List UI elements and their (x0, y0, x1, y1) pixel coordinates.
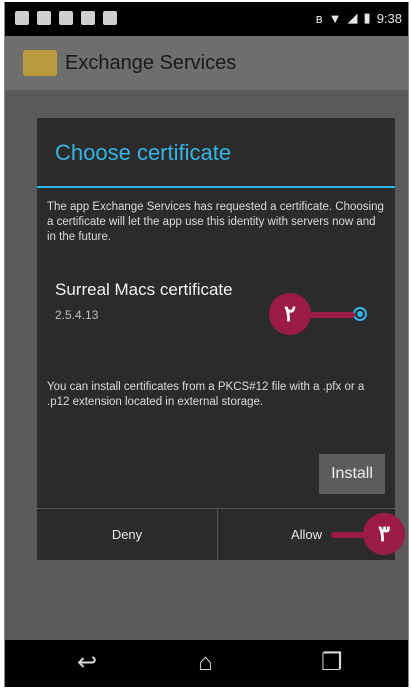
certificate-detail: 2.5.4.13 (55, 308, 99, 322)
signal-icon: ◢ (347, 10, 358, 25)
video-icon (103, 11, 117, 25)
wifi-icon: ▼ (328, 10, 342, 26)
notification-icons (15, 11, 117, 25)
radio-marker-badge: ۲ (269, 293, 311, 335)
shop-icon (81, 11, 95, 25)
exchange-app-icon (23, 50, 57, 76)
status-bar: ʙ ▼ ◢ ▮ 9:38 (5, 2, 408, 36)
dialog-title: Choose certificate (55, 140, 232, 165)
navigation-bar: ↩ ⌂ ❐ (5, 640, 408, 687)
certificate-name[interactable]: Surreal Macs certificate (55, 280, 233, 300)
phone-screen: ʙ ▼ ◢ ▮ 9:38 Exchange Services Choose ce… (4, 2, 409, 687)
allow-marker-badge: ۳ (363, 513, 405, 555)
facebook-icon (37, 11, 51, 25)
action-bar: Exchange Services (5, 36, 408, 90)
mail-icon (15, 11, 29, 25)
deny-button[interactable]: Deny (37, 509, 217, 560)
battery-icon: ▮ (363, 10, 371, 25)
clock: 9:38 (376, 10, 402, 26)
app-title: Exchange Services (65, 52, 237, 74)
choose-certificate-dialog: Choose certificate The app Exchange Serv… (37, 118, 395, 560)
bluetooth-icon: ʙ (315, 10, 323, 26)
install-note: You can install certificates from a PKCS… (47, 381, 365, 408)
title-divider (37, 186, 395, 188)
certificate-radio[interactable] (353, 307, 367, 321)
radio-marker-tail (305, 312, 355, 318)
app-icon (59, 11, 73, 25)
install-button[interactable]: Install (319, 454, 385, 494)
back-icon[interactable]: ↩ (77, 651, 97, 675)
system-icons: ʙ ▼ ◢ ▮ 9:38 (316, 10, 402, 26)
recents-icon[interactable]: ❐ (321, 651, 343, 675)
home-icon[interactable]: ⌂ (198, 651, 213, 675)
dialog-message: The app Exchange Services has requested … (47, 201, 384, 243)
